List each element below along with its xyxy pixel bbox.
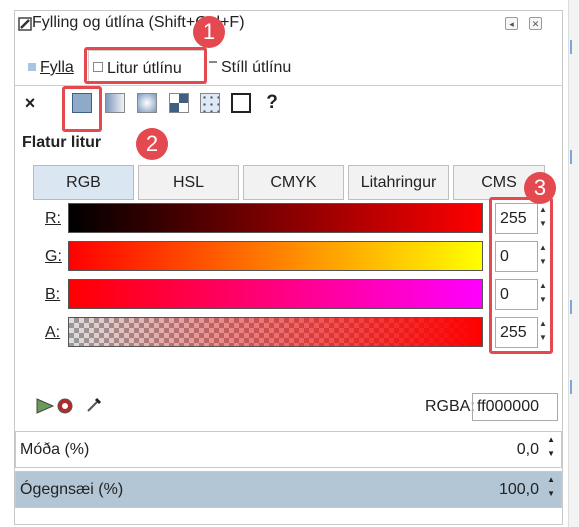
fill-tab-icon xyxy=(28,63,36,71)
blur-row[interactable]: Móða (%) 0,0 ▲ ▼ xyxy=(15,431,562,468)
color-picker-icon[interactable] xyxy=(85,396,103,414)
opacity-spin-arrows[interactable]: ▲ ▼ xyxy=(547,473,555,501)
opacity-value[interactable]: 100,0 xyxy=(499,472,539,507)
tab-stroke-style-label: Stíll útlínu xyxy=(221,59,292,76)
stroke-style-tab-icon xyxy=(209,61,217,71)
collapse-icon[interactable]: ◂ xyxy=(505,17,518,30)
dock-marker xyxy=(570,40,572,54)
annotation-badge-3: 3 xyxy=(524,172,556,204)
green-slider[interactable] xyxy=(68,241,483,271)
opacity-label: Ógegnsæi (%) xyxy=(20,481,124,498)
rgba-input[interactable]: ff000000 xyxy=(472,393,558,421)
fill-stroke-icon xyxy=(18,17,32,31)
opacity-row[interactable]: Ógegnsæi (%) 100,0 ▲ ▼ xyxy=(15,471,562,508)
mode-rgb-button[interactable]: RGB xyxy=(33,165,134,200)
flat-color-heading: Flatur litur xyxy=(22,134,102,151)
mode-hsl-button[interactable]: HSL xyxy=(138,165,239,200)
radial-gradient-icon[interactable] xyxy=(137,93,157,113)
red-slider[interactable] xyxy=(68,203,483,233)
blue-slider[interactable] xyxy=(68,279,483,309)
unset-help-icon[interactable]: ? xyxy=(262,93,282,113)
tab-stroke-style[interactable]: Stíll útlínu xyxy=(209,50,291,85)
green-label: G: xyxy=(45,248,62,265)
alpha-label: A: xyxy=(45,324,61,341)
no-paint-icon[interactable]: × xyxy=(20,93,40,113)
annotation-box-2 xyxy=(62,86,102,132)
blur-value[interactable]: 0,0 xyxy=(517,432,539,467)
blue-label: B: xyxy=(45,286,61,303)
color-managed-icon[interactable] xyxy=(35,397,55,415)
tab-fill-label: Fylla xyxy=(40,59,74,76)
swatch-icon[interactable] xyxy=(200,93,220,113)
mode-colorwheel-button[interactable]: Litahringur xyxy=(348,165,449,200)
annotation-box-1 xyxy=(84,47,207,84)
right-dock-edge xyxy=(568,0,579,527)
blur-spin-arrows[interactable]: ▲ ▼ xyxy=(547,433,555,461)
tab-fill[interactable]: Fylla xyxy=(28,50,74,85)
out-of-gamut-icon[interactable] xyxy=(56,397,74,415)
dock-marker xyxy=(570,150,572,164)
dock-marker xyxy=(570,300,572,314)
annotation-badge-2: 2 xyxy=(136,128,168,160)
rgba-label: RGBA: xyxy=(425,398,475,415)
pattern-icon[interactable] xyxy=(169,93,189,113)
mode-cmyk-button[interactable]: CMYK xyxy=(243,165,344,200)
annotation-badge-1: 1 xyxy=(193,16,225,48)
unset-paint-icon[interactable] xyxy=(231,93,251,113)
dock-marker xyxy=(570,380,572,394)
blur-label: Móða (%) xyxy=(20,441,90,458)
red-label: R: xyxy=(45,210,61,227)
annotation-box-3 xyxy=(489,197,553,354)
linear-gradient-icon[interactable] xyxy=(105,93,125,113)
alpha-slider[interactable] xyxy=(68,317,483,347)
close-icon[interactable]: ✕ xyxy=(529,17,542,30)
